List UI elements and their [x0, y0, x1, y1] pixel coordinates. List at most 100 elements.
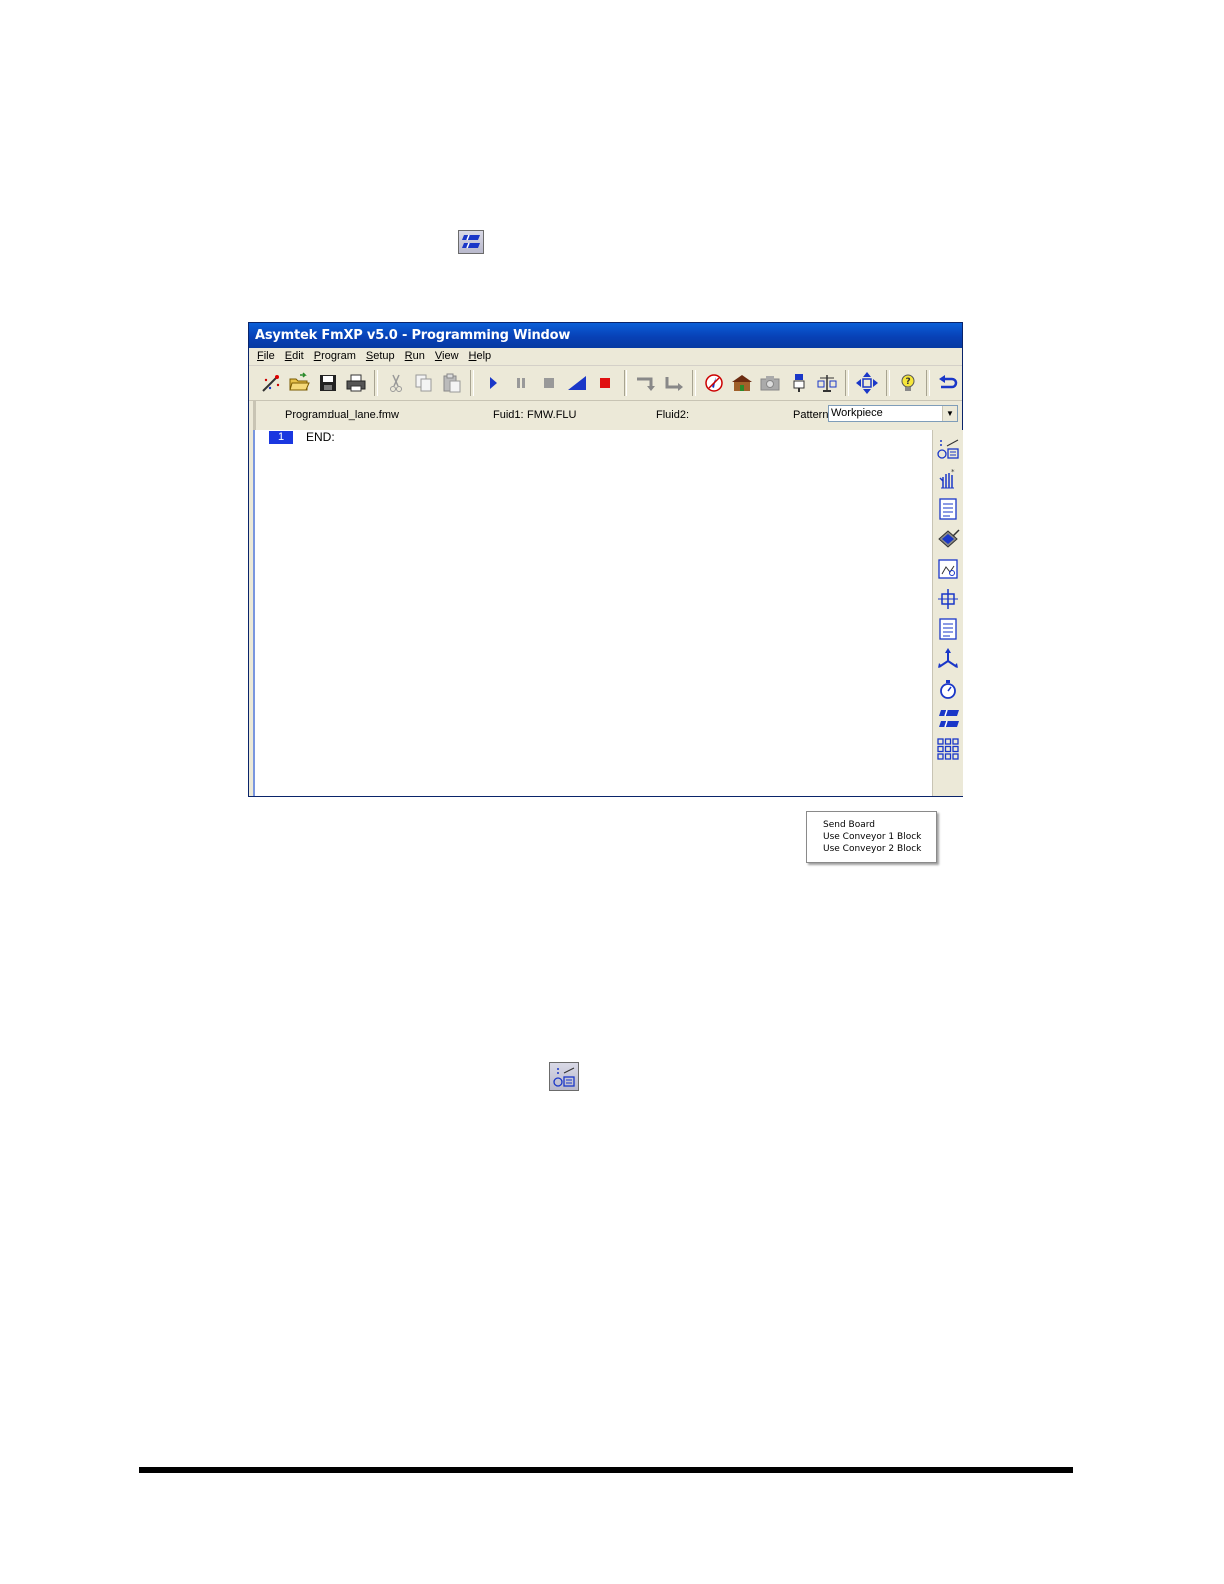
print-button[interactable] [344, 371, 367, 395]
needle-button[interactable] [702, 371, 725, 395]
main-toolbar: ? [249, 366, 962, 401]
hand-button[interactable]: * [936, 467, 960, 491]
move-button[interactable] [855, 371, 879, 395]
align-icon [938, 589, 958, 609]
svg-text:?: ? [905, 377, 910, 387]
page-footer-rule [139, 1467, 1073, 1473]
menu-item-use-conveyor-2-block[interactable]: Use Conveyor 2 Block [823, 843, 936, 855]
array-grid-button[interactable] [936, 737, 960, 761]
camera-button[interactable] [759, 371, 782, 395]
dispense-head-button[interactable] [787, 371, 810, 395]
conveyor-icon [939, 709, 959, 728]
toolbar-separator [844, 370, 849, 396]
save-icon [319, 375, 336, 391]
open-button[interactable] [288, 371, 311, 395]
program-name: dual_lane.fmw [328, 409, 399, 421]
copy-button[interactable] [413, 371, 436, 395]
chevron-down-icon[interactable]: ▼ [942, 406, 957, 421]
line-number[interactable]: 1 [269, 431, 293, 444]
toolbar-separator [885, 370, 890, 396]
fluid2-label: Fluid2: [656, 409, 690, 421]
programming-window: Asymtek FmXP v5.0 - Programming Window F… [248, 322, 963, 863]
home-button[interactable] [731, 371, 754, 395]
help-button[interactable]: ? [896, 371, 919, 395]
send-board-icon [937, 439, 959, 459]
window-title: Asymtek FmXP v5.0 - Programming Window [249, 323, 962, 348]
send-board-button[interactable] [936, 437, 960, 461]
command-toolbar: * [932, 430, 963, 796]
move-axes-button[interactable] [936, 647, 960, 671]
toolbar-separator [623, 370, 628, 396]
undo-icon [939, 375, 958, 389]
scale-icon [817, 375, 837, 392]
menu-item-use-conveyor-1-block[interactable]: Use Conveyor 1 Block [823, 831, 936, 843]
step-button[interactable] [566, 371, 589, 395]
menu-setup[interactable]: Setup [361, 348, 400, 365]
timer-icon [940, 680, 956, 699]
wizard-button[interactable] [260, 371, 283, 395]
svg-text:*: * [951, 468, 955, 476]
paste-button[interactable] [441, 371, 464, 395]
menu-file[interactable]: File [252, 348, 280, 365]
step-out-icon [665, 377, 683, 391]
align-button[interactable] [936, 587, 960, 611]
menu-help[interactable]: Help [464, 348, 497, 365]
lightbulb-help-icon: ? [901, 374, 915, 391]
dispense-head-icon [793, 374, 805, 392]
stop-button[interactable] [537, 371, 560, 395]
dispense-button[interactable] [936, 527, 960, 551]
notes-icon [939, 618, 957, 640]
fiducial-button[interactable] [936, 557, 960, 581]
abort-button[interactable] [594, 371, 617, 395]
cut-button[interactable] [384, 371, 407, 395]
step-in-icon [636, 377, 655, 391]
toolbar-separator [470, 370, 475, 396]
fluid1-label: Fuid1: [493, 409, 524, 421]
document-icon [939, 498, 957, 520]
pattern-select[interactable]: Workpiece ▼ [828, 405, 958, 422]
undo-button[interactable] [936, 371, 959, 395]
program-line[interactable]: END: [306, 430, 335, 445]
open-folder-icon [289, 372, 311, 391]
menu-view[interactable]: View [430, 348, 464, 365]
fiducial-icon [938, 559, 958, 579]
timer-button[interactable] [936, 677, 960, 701]
document-button[interactable] [936, 497, 960, 521]
conveyor-button[interactable] [936, 707, 960, 731]
run-button[interactable] [481, 371, 504, 395]
conveyor-icon [458, 230, 484, 254]
notes-button[interactable] [936, 617, 960, 641]
menu-program[interactable]: Program [309, 348, 361, 365]
fluid1-name: FMW.FLU [527, 409, 577, 421]
abort-icon [600, 378, 611, 388]
paste-icon [443, 373, 461, 393]
camera-icon [760, 376, 780, 391]
pattern-label: Pattern: [793, 409, 832, 421]
send-board-icon [549, 1062, 579, 1091]
copy-icon [415, 374, 432, 392]
menu-edit[interactable]: Edit [280, 348, 309, 365]
program-label: Program: [285, 409, 331, 421]
menu-bar: File Edit Program Setup Run View Help [249, 348, 962, 366]
step-out-button[interactable] [662, 371, 685, 395]
program-editor[interactable]: 1 END: Send Board Use Conveyor 1 Block U… [253, 430, 937, 863]
array-grid-icon [937, 738, 959, 760]
hand-icon: * [939, 468, 955, 489]
menu-item-send-board[interactable]: Send Board [823, 819, 936, 831]
save-button[interactable] [316, 371, 339, 395]
pause-icon [516, 378, 525, 388]
toolbar-separator [926, 370, 930, 396]
scale-button[interactable] [815, 371, 838, 395]
toolbar-separator [691, 370, 696, 396]
pattern-selected-value: Workpiece [831, 407, 883, 419]
conveyor-context-menu: Send Board Use Conveyor 1 Block Use Conv… [806, 811, 937, 863]
step-icon [568, 376, 587, 390]
menu-run[interactable]: Run [400, 348, 430, 365]
move-arrows-icon [856, 372, 879, 394]
stop-icon [543, 378, 554, 388]
print-icon [346, 374, 366, 392]
step-in-button[interactable] [634, 371, 657, 395]
home-icon [732, 375, 753, 391]
pause-button[interactable] [509, 371, 532, 395]
move-axes-icon [938, 648, 958, 668]
